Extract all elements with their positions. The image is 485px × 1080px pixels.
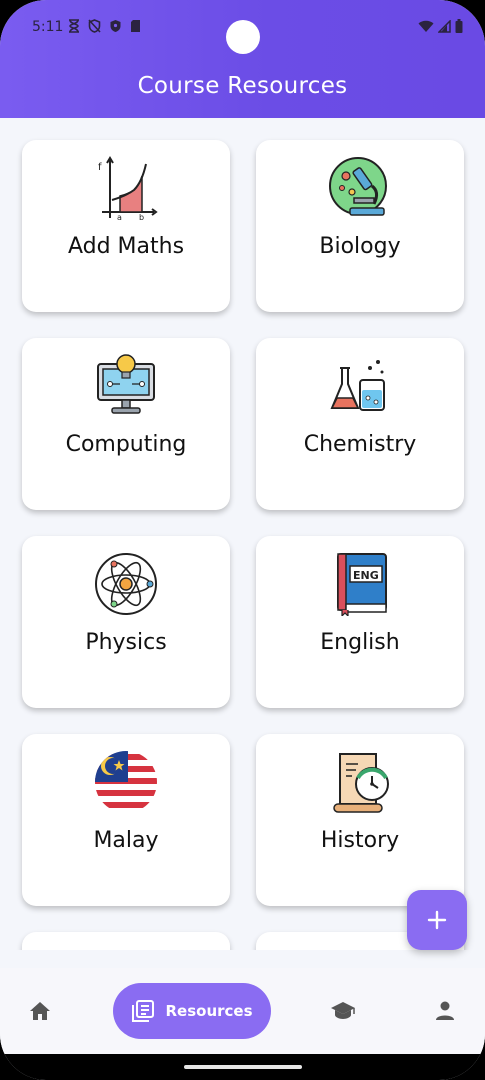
battery-icon xyxy=(455,19,463,33)
plus-icon xyxy=(427,910,447,930)
home-indicator[interactable] xyxy=(184,1065,302,1069)
shield-off-icon xyxy=(88,19,101,33)
course-card-biology[interactable]: Biology xyxy=(256,140,464,312)
status-icons-left xyxy=(68,19,141,33)
nav-resources[interactable]: Resources xyxy=(113,983,271,1039)
shield-icon xyxy=(110,20,121,32)
graduation-cap-icon xyxy=(331,1002,355,1019)
front-camera xyxy=(226,20,260,54)
course-label: Physics xyxy=(85,630,167,655)
course-label: Malay xyxy=(93,828,159,853)
person-icon xyxy=(436,1001,454,1020)
atom-icon xyxy=(95,553,157,615)
lab-flasks-icon xyxy=(330,360,385,411)
sim-card-icon xyxy=(131,20,140,32)
status-time: 5:11 xyxy=(32,19,64,35)
phone-screen: 5:11 Course Resources f a b Add Maths Bi… xyxy=(0,0,485,1080)
bottom-navigation: Resources xyxy=(0,968,485,1054)
microscope-icon xyxy=(329,157,387,216)
signal-icon xyxy=(438,19,451,33)
gesture-bar xyxy=(0,1054,485,1080)
course-label: English xyxy=(320,630,400,655)
scroll-clock-icon xyxy=(333,753,389,813)
app-header: 5:11 Course Resources xyxy=(0,0,485,118)
svg-text:ENG: ENG xyxy=(353,569,379,582)
svg-text:a: a xyxy=(117,213,122,220)
home-icon xyxy=(30,1002,50,1020)
course-card-partial[interactable] xyxy=(22,932,230,950)
svg-text:f: f xyxy=(98,162,102,173)
course-card-malay[interactable]: Malay xyxy=(22,734,230,906)
course-card-english[interactable]: ENG English xyxy=(256,536,464,708)
course-label: Biology xyxy=(319,234,401,259)
nav-resources-label: Resources xyxy=(165,1002,253,1020)
wifi-icon xyxy=(418,20,434,32)
course-card-add-maths[interactable]: f a b Add Maths xyxy=(22,140,230,312)
nav-profile[interactable] xyxy=(415,983,475,1039)
course-card-computing[interactable]: Computing xyxy=(22,338,230,510)
status-icons-right xyxy=(418,19,463,33)
integral-graph-icon: f a b xyxy=(98,156,158,220)
malaysia-flag-icon xyxy=(95,751,157,813)
course-label: History xyxy=(320,828,400,853)
add-button[interactable] xyxy=(407,890,467,950)
course-card-physics[interactable]: Physics xyxy=(22,536,230,708)
page-title: Course Resources xyxy=(137,73,348,99)
computer-idea-icon xyxy=(97,354,155,414)
course-label: Chemistry xyxy=(303,432,417,457)
nav-courses[interactable] xyxy=(313,983,373,1039)
course-label: Computing xyxy=(65,432,187,457)
eng-book-icon: ENG xyxy=(337,553,387,616)
course-card-history[interactable]: History xyxy=(256,734,464,906)
nav-home[interactable] xyxy=(10,983,70,1039)
course-card-chemistry[interactable]: Chemistry xyxy=(256,338,464,510)
course-grid: f a b Add Maths Biology Computing Chemis… xyxy=(0,118,485,950)
svg-text:b: b xyxy=(139,213,144,220)
course-label: Add Maths xyxy=(67,234,185,259)
library-books-icon xyxy=(132,1000,155,1022)
hourglass-icon xyxy=(69,19,79,33)
